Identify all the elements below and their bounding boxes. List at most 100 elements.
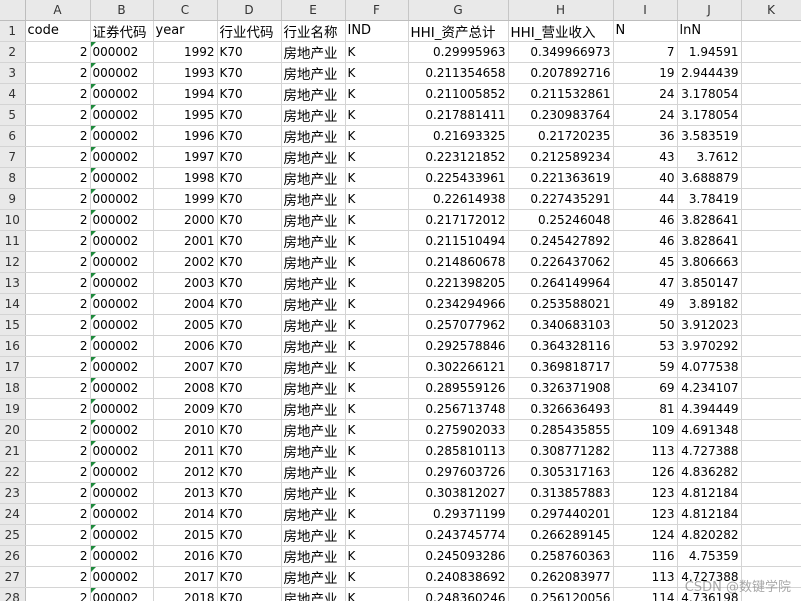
cell-sec-code[interactable]: 000002 — [90, 83, 154, 105]
cell-hhi-revenue[interactable]: 0.326371908 — [508, 377, 614, 399]
cell-ind-code[interactable]: K70 — [217, 209, 282, 231]
cell-ind[interactable]: K — [345, 230, 409, 252]
cell-year[interactable]: 2000 — [153, 209, 218, 231]
cell-hhi-assets[interactable]: 0.29371199 — [408, 503, 509, 525]
cell-hhi-assets[interactable]: 0.289559126 — [408, 377, 509, 399]
row-header[interactable]: 6 — [0, 125, 26, 147]
cell-sec-code[interactable]: 000002 — [90, 587, 154, 601]
cell-empty-k[interactable] — [741, 440, 801, 462]
cell-ind-name[interactable]: 房地产业 — [281, 125, 346, 147]
cell-hhi-revenue[interactable]: 0.25246048 — [508, 209, 614, 231]
column-header-F[interactable]: F — [345, 0, 409, 21]
cell-ind-code[interactable]: K70 — [217, 482, 282, 504]
cell-code[interactable]: 2 — [25, 419, 91, 441]
cell-lnn[interactable]: 4.691348 — [677, 419, 742, 441]
cell-code[interactable]: 2 — [25, 230, 91, 252]
cell-code[interactable]: 2 — [25, 125, 91, 147]
cell-n[interactable]: 50 — [613, 314, 678, 336]
cell-n[interactable]: 46 — [613, 230, 678, 252]
cell-sec-code[interactable]: 000002 — [90, 209, 154, 231]
cell-code[interactable]: 2 — [25, 251, 91, 273]
cell-hhi-assets[interactable]: 0.29995963 — [408, 41, 509, 63]
cell-empty-k[interactable] — [741, 335, 801, 357]
cell-sec-code[interactable]: 000002 — [90, 398, 154, 420]
cell-hhi-revenue[interactable]: 0.364328116 — [508, 335, 614, 357]
cell-empty-k[interactable] — [741, 356, 801, 378]
column-header-H[interactable]: H — [508, 0, 614, 21]
row-header[interactable]: 4 — [0, 83, 26, 105]
cell-ind[interactable]: K — [345, 62, 409, 84]
cell-code[interactable]: 2 — [25, 293, 91, 315]
cell-hhi-assets[interactable]: 0.211005852 — [408, 83, 509, 105]
cell-ind[interactable]: K — [345, 104, 409, 126]
cell-hhi-assets[interactable]: 0.221398205 — [408, 272, 509, 294]
cell-hhi-assets[interactable]: 0.275902033 — [408, 419, 509, 441]
cell-n[interactable]: 109 — [613, 419, 678, 441]
cell-n[interactable]: 36 — [613, 125, 678, 147]
row-header[interactable]: 21 — [0, 440, 26, 462]
cell-hhi-revenue[interactable]: 0.256120056 — [508, 587, 614, 601]
column-header-J[interactable]: J — [677, 0, 742, 21]
cell-n[interactable]: 116 — [613, 545, 678, 567]
cell-sec-code[interactable]: 000002 — [90, 377, 154, 399]
cell-sec-code[interactable]: 000002 — [90, 251, 154, 273]
cell-hhi-assets[interactable]: 0.234294966 — [408, 293, 509, 315]
cell-ind[interactable]: K — [345, 377, 409, 399]
cell-lnn[interactable]: 4.394449 — [677, 398, 742, 420]
cell-hhi-assets[interactable]: 0.211510494 — [408, 230, 509, 252]
cell-ind-code[interactable]: K70 — [217, 314, 282, 336]
cell-hhi-assets[interactable]: 0.297603726 — [408, 461, 509, 483]
cell-lnn[interactable]: 3.78419 — [677, 188, 742, 210]
cell-hhi-assets[interactable]: 0.225433961 — [408, 167, 509, 189]
cell-hhi-revenue[interactable]: 0.349966973 — [508, 41, 614, 63]
cell-header-hhi-assets[interactable]: HHI_资产总计 — [408, 20, 509, 42]
cell-sec-code[interactable]: 000002 — [90, 545, 154, 567]
cell-lnn[interactable]: 3.89182 — [677, 293, 742, 315]
cell-code[interactable]: 2 — [25, 461, 91, 483]
cell-code[interactable]: 2 — [25, 503, 91, 525]
cell-ind[interactable]: K — [345, 314, 409, 336]
cell-ind-code[interactable]: K70 — [217, 566, 282, 588]
cell-code[interactable]: 2 — [25, 272, 91, 294]
cell-sec-code[interactable]: 000002 — [90, 146, 154, 168]
cell-n[interactable]: 19 — [613, 62, 678, 84]
cell-year[interactable]: 1995 — [153, 104, 218, 126]
cell-year[interactable]: 2005 — [153, 314, 218, 336]
cell-ind-name[interactable]: 房地产业 — [281, 377, 346, 399]
cell-empty-k[interactable] — [741, 62, 801, 84]
row-header-1[interactable]: 1 — [0, 20, 26, 42]
cell-ind[interactable]: K — [345, 461, 409, 483]
cell-hhi-assets[interactable]: 0.240838692 — [408, 566, 509, 588]
cell-ind-code[interactable]: K70 — [217, 41, 282, 63]
cell-code[interactable]: 2 — [25, 587, 91, 601]
cell-ind-code[interactable]: K70 — [217, 335, 282, 357]
cell-empty-k[interactable] — [741, 188, 801, 210]
cell-hhi-revenue[interactable]: 0.226437062 — [508, 251, 614, 273]
row-header[interactable]: 5 — [0, 104, 26, 126]
column-header-B[interactable]: B — [90, 0, 154, 21]
row-header[interactable]: 12 — [0, 251, 26, 273]
cell-sec-code[interactable]: 000002 — [90, 293, 154, 315]
cell-ind-name[interactable]: 房地产业 — [281, 188, 346, 210]
cell-lnn[interactable]: 3.7612 — [677, 146, 742, 168]
cell-lnn[interactable]: 3.178054 — [677, 104, 742, 126]
cell-ind-name[interactable]: 房地产业 — [281, 272, 346, 294]
cell-n[interactable]: 44 — [613, 188, 678, 210]
cell-year[interactable]: 2004 — [153, 293, 218, 315]
cell-hhi-revenue[interactable]: 0.212589234 — [508, 146, 614, 168]
cell-sec-code[interactable]: 000002 — [90, 188, 154, 210]
column-header-K[interactable]: K — [741, 0, 801, 21]
column-header-C[interactable]: C — [153, 0, 218, 21]
cell-ind[interactable]: K — [345, 482, 409, 504]
row-header[interactable]: 18 — [0, 377, 26, 399]
cell-ind-name[interactable]: 房地产业 — [281, 524, 346, 546]
cell-ind-code[interactable]: K70 — [217, 125, 282, 147]
cell-ind-code[interactable]: K70 — [217, 146, 282, 168]
cell-year[interactable]: 2011 — [153, 440, 218, 462]
cell-empty-k[interactable] — [741, 377, 801, 399]
cell-hhi-revenue[interactable]: 0.264149964 — [508, 272, 614, 294]
cell-lnn[interactable]: 4.812184 — [677, 503, 742, 525]
row-header[interactable]: 15 — [0, 314, 26, 336]
cell-n[interactable]: 49 — [613, 293, 678, 315]
cell-n[interactable]: 7 — [613, 41, 678, 63]
